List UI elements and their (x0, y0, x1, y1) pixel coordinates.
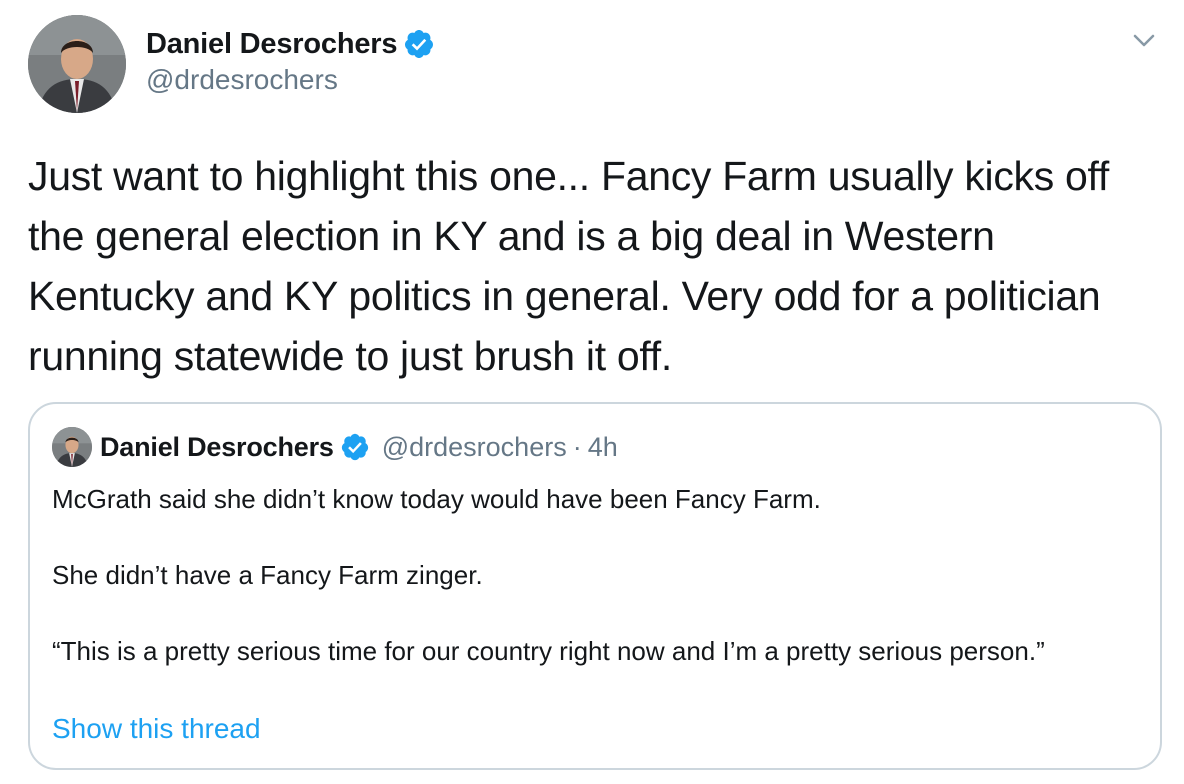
quoted-tweet-time[interactable]: 4h (588, 432, 618, 463)
tweet: Daniel Desrochers @drdesrochers Just wan… (0, 0, 1184, 784)
quoted-paragraph: “This is a pretty serious time for our c… (52, 636, 1045, 666)
author-handle[interactable]: @drdesrochers (146, 64, 338, 96)
quoted-author-handle[interactable]: @drdesrochers (382, 432, 567, 463)
tweet-text: Just want to highlight this one... Fancy… (28, 153, 1109, 379)
author-avatar[interactable] (28, 15, 126, 113)
quoted-paragraph: She didn’t have a Fancy Farm zinger. (52, 560, 483, 590)
author-name[interactable]: Daniel Desrochers (146, 28, 397, 61)
quoted-avatar-image (52, 427, 92, 467)
quoted-paragraph: McGrath said she didn’t know today would… (52, 484, 821, 514)
separator-dot: · (572, 431, 582, 462)
author-name-row: Daniel Desrochers (146, 26, 435, 62)
verified-badge-icon (403, 28, 435, 60)
verified-badge-icon (340, 432, 370, 462)
quoted-author-avatar[interactable] (52, 427, 92, 467)
quoted-tweet-header: Daniel Desrochers @drdesrochers · 4h (100, 428, 618, 466)
avatar-image (28, 15, 126, 113)
show-thread-link[interactable]: Show this thread (52, 713, 261, 745)
quoted-tweet[interactable]: Daniel Desrochers @drdesrochers · 4h McG… (28, 402, 1162, 770)
quoted-author-name[interactable]: Daniel Desrochers (100, 432, 334, 463)
chevron-down-icon[interactable] (1130, 26, 1158, 54)
quoted-tweet-text: McGrath said she didn’t know today would… (52, 480, 1132, 670)
